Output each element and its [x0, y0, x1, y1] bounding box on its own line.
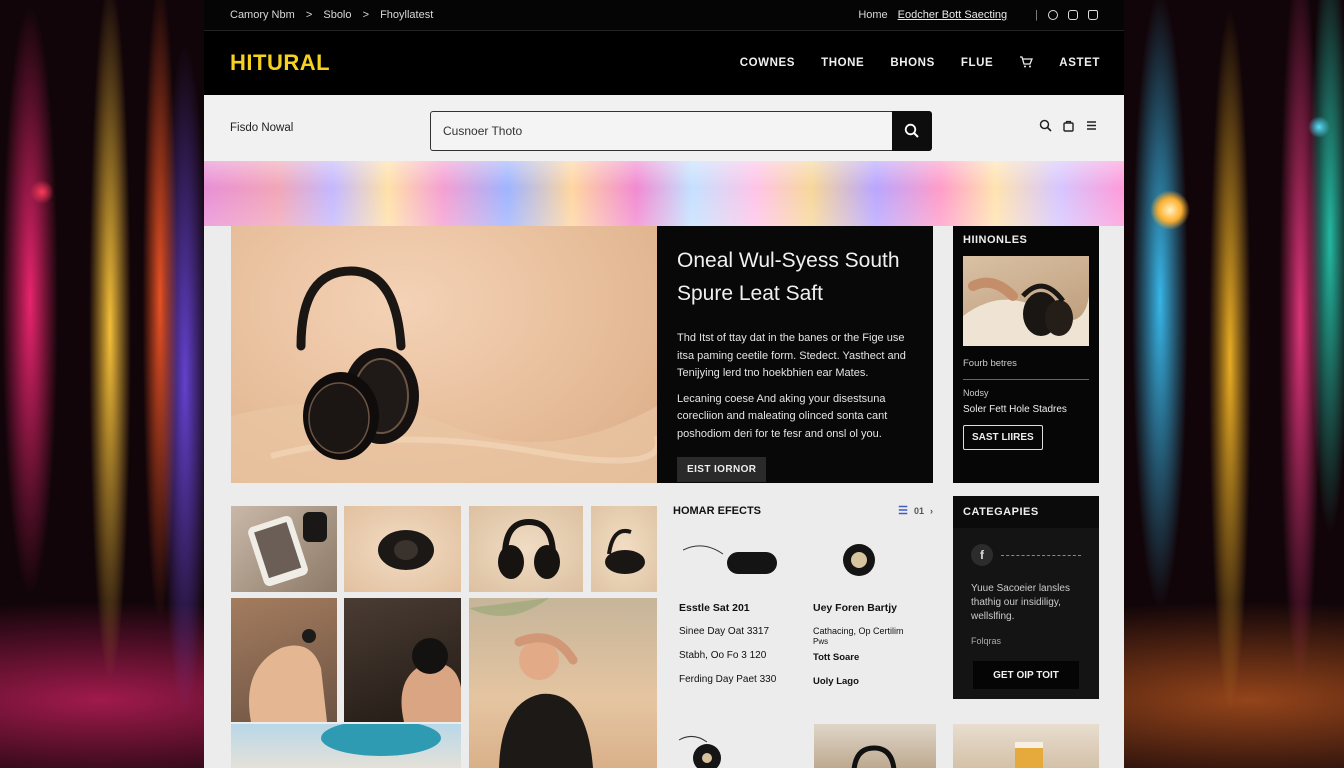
site-logo[interactable]: HITURAL — [230, 50, 330, 76]
headphones-illustration — [231, 266, 657, 483]
main-content: Oneal Wul-Syess South Spure Leat Saft Th… — [204, 226, 1124, 768]
product-card[interactable] — [673, 724, 793, 768]
get-tip-button[interactable]: GET OIP TOIT — [973, 661, 1079, 689]
highlight-label: Nodsy — [963, 388, 989, 398]
product-card[interactable] — [814, 724, 936, 768]
search-icon[interactable] — [1039, 119, 1052, 132]
top-promo-link[interactable]: Eodcher Bott Saecting — [898, 9, 1007, 21]
pager-count: 01 — [913, 505, 924, 516]
prism-banner — [204, 161, 1124, 227]
light-orb — [1150, 190, 1190, 230]
breadcrumb-item[interactable]: Fhoyllatest — [380, 9, 433, 21]
search-icon — [904, 123, 919, 138]
divider — [963, 379, 1089, 380]
highlights-panel: HIINONLES Fourb betres Nodsy Soler Fett … — [953, 226, 1099, 483]
nav-item-flue[interactable]: FLUE — [961, 57, 993, 69]
section-title: HOMAR EFECTS — [673, 504, 761, 517]
gallery-photo[interactable] — [344, 598, 461, 722]
nav-item-bhons[interactable]: BHONS — [890, 57, 935, 69]
nav-item-thone[interactable]: THONE — [821, 57, 864, 69]
help-icon[interactable] — [1048, 10, 1058, 20]
hero-paragraph: Lecaning coese And aking your disestsuna… — [677, 392, 888, 440]
nav-item-astet[interactable]: ASTET — [1059, 57, 1100, 69]
chevron-right-icon[interactable]: › — [930, 506, 933, 516]
highlights-title: HIINONLES — [963, 234, 1028, 246]
search-strip: Fisdo Nowal — [204, 95, 1124, 161]
categories-description: Yuue Sacoeier lansles thathig our insidi… — [971, 583, 1070, 622]
hero-panel: Oneal Wul-Syess South Spure Leat Saft Th… — [657, 226, 933, 483]
lock-icon[interactable] — [1088, 10, 1098, 20]
gallery-photo[interactable] — [469, 598, 657, 768]
facebook-icon[interactable]: f — [971, 544, 993, 566]
chat-icon[interactable] — [1068, 10, 1078, 20]
product-name[interactable]: Uey Foren Bartjy — [813, 602, 897, 614]
gallery-photo[interactable] — [231, 598, 337, 722]
gallery-photo[interactable] — [344, 506, 461, 592]
breadcrumb-separator: > — [362, 9, 369, 21]
product-detail: Sinee Day Oat 3317 — [679, 626, 770, 637]
highlight-button[interactable]: SAST LIIRES — [963, 425, 1043, 450]
search-box — [430, 111, 932, 151]
breadcrumb-item[interactable]: Camory Nbm — [230, 9, 295, 21]
gallery-photo[interactable] — [469, 506, 583, 592]
product-detail: Stabh, Oo Fo 3 120 — [679, 650, 767, 661]
search-button[interactable] — [892, 111, 932, 151]
categories-panel: CATEGAPIES f Yuue Sacoeier lansles thath… — [953, 496, 1099, 699]
main-nav: COWNES THONE BHONS FLUE ASTET — [740, 55, 1100, 71]
categories-footnote: Folqras — [971, 636, 1002, 646]
product-detail: Tott Soare — [813, 652, 860, 663]
bag-icon[interactable] — [1062, 119, 1075, 132]
breadcrumb-separator: > — [305, 9, 313, 21]
gallery-photo[interactable] — [231, 724, 461, 768]
light-orb — [1308, 116, 1330, 138]
gallery-photo[interactable] — [231, 506, 337, 592]
speaker-product-image[interactable] — [683, 538, 783, 578]
stack-icon[interactable] — [1085, 119, 1098, 132]
divider-bar: | — [1035, 9, 1038, 21]
top-utility-bar: Camory Nbm > Sbolo > Fhoyllatest Home Eo… — [204, 0, 1124, 30]
website-window: Camory Nbm > Sbolo > Fhoyllatest Home Eo… — [204, 0, 1124, 768]
cart-icon[interactable] — [1019, 55, 1034, 71]
utility-icons — [1039, 119, 1098, 132]
earbud-product-image[interactable] — [833, 534, 883, 584]
home-effects-section: HOMAR EFECTS ☰ 01 › Esstle Sat 201 Sinee… — [673, 504, 933, 714]
nav-item-cownes[interactable]: COWNES — [740, 57, 795, 69]
breadcrumb: Camory Nbm > Sbolo > Fhoyllatest — [230, 9, 441, 21]
gallery-photo[interactable] — [591, 506, 657, 592]
light-orb — [30, 180, 54, 204]
home-link[interactable]: Home — [858, 9, 887, 21]
list-view-icon[interactable]: ☰ — [898, 504, 908, 517]
product-detail: Ferding Day Paet 330 — [679, 674, 777, 685]
highlight-product-name[interactable]: Soler Fett Hole Stadres — [963, 404, 1089, 415]
hero-image[interactable] — [231, 226, 657, 483]
hero-title: Oneal Wul-Syess South Spure Leat Saft — [677, 249, 900, 305]
product-card[interactable] — [953, 724, 1099, 768]
store-name: Fisdo Nowal — [230, 122, 294, 134]
hero-cta-button[interactable]: EIST IORNOR — [677, 457, 767, 482]
divider — [1001, 554, 1081, 556]
product-detail: Uoly Lago — [813, 676, 859, 687]
search-input[interactable] — [430, 111, 892, 151]
hero-paragraph: Thd Itst of ttay dat in the banes or the… — [677, 332, 906, 379]
highlight-caption: Fourb betres — [963, 358, 1017, 369]
highlight-thumbnail[interactable] — [963, 256, 1089, 346]
product-detail: Pws — [813, 637, 829, 646]
breadcrumb-item[interactable]: Sbolo — [323, 9, 351, 21]
product-detail: Cathacing, Op Certilim — [813, 626, 904, 636]
categories-title: CATEGAPIES — [953, 496, 1099, 528]
site-header: HITURAL COWNES THONE BHONS FLUE ASTET — [204, 30, 1124, 95]
product-name[interactable]: Esstle Sat 201 — [679, 602, 750, 614]
